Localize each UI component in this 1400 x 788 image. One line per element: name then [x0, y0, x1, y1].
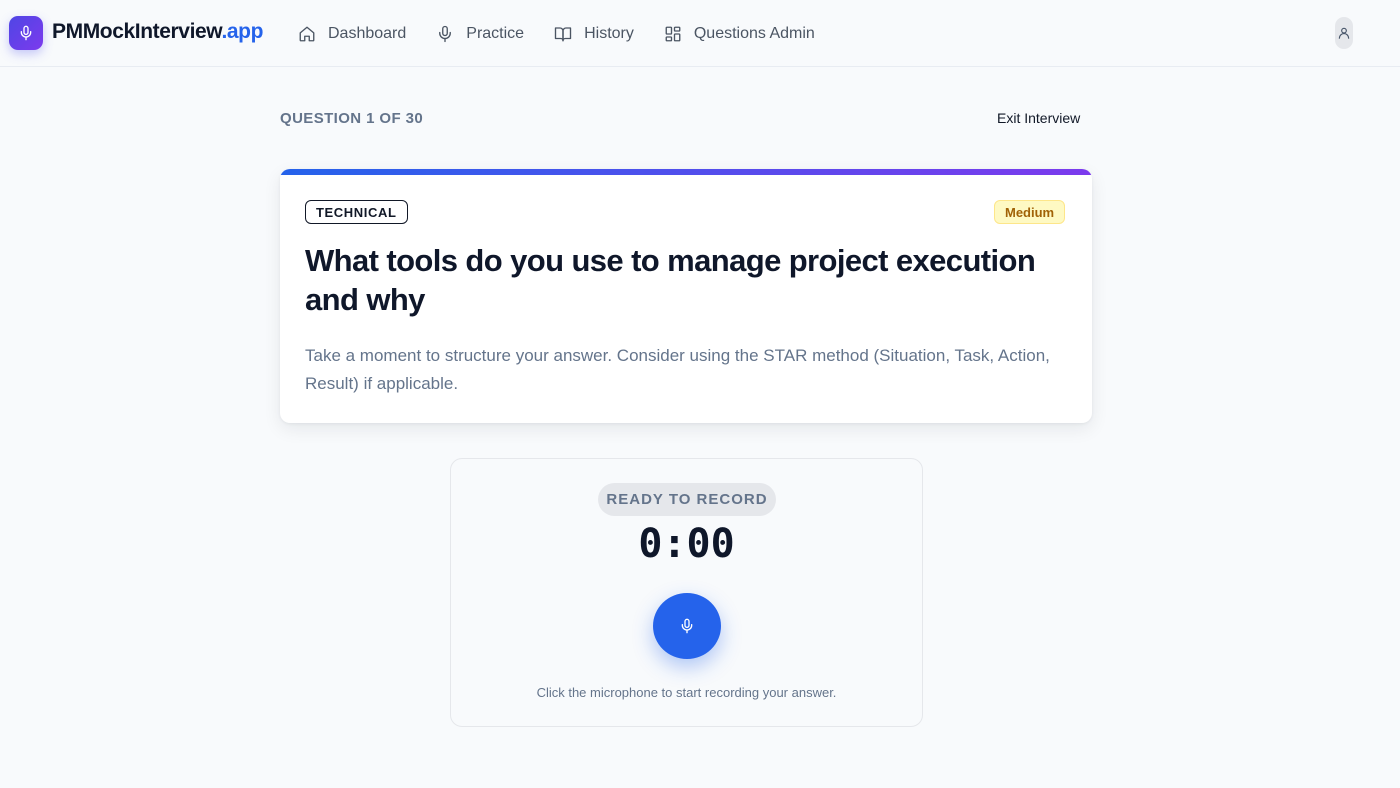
- record-button[interactable]: [653, 593, 721, 659]
- nav-item-dashboard[interactable]: Dashboard: [298, 14, 406, 54]
- exit-interview-button[interactable]: Exit Interview: [997, 110, 1080, 126]
- book-icon: [554, 25, 572, 43]
- microphone-icon: [20, 25, 32, 41]
- nav-item-label: Dashboard: [328, 24, 407, 42]
- brand-accent: .app: [221, 20, 264, 43]
- nav-item-questions-admin[interactable]: Questions Admin: [664, 14, 815, 54]
- question-title: What tools do you use to manage project …: [305, 243, 1036, 317]
- grid-icon: [664, 25, 682, 43]
- recording-status-badge: READY TO RECORD: [598, 483, 776, 516]
- nav-item-label: Practice: [466, 24, 525, 42]
- nav-item-label: Questions Admin: [693, 24, 815, 42]
- brand-main: PMMockInterview: [52, 20, 222, 43]
- recording-instruction: Click the microphone to start recording …: [536, 685, 837, 700]
- nav-item-history[interactable]: History: [554, 14, 634, 54]
- main-nav: Dashboard Practice History Questions Adm…: [298, 0, 845, 67]
- top-navigation-bar: PMMockInterview.app Dashboard Practice H…: [0, 0, 1400, 67]
- nav-item-label: History: [584, 24, 634, 42]
- question-hint: Take a moment to structure your answer. …: [305, 346, 1050, 393]
- home-icon: [298, 25, 316, 43]
- card-accent-bar: [280, 169, 1092, 175]
- recording-timer: 0:00: [638, 521, 735, 567]
- category-badge: TECHNICAL: [305, 200, 408, 224]
- brand-name[interactable]: PMMockInterview.app: [52, 20, 263, 44]
- recorder-panel: READY TO RECORD 0:00 Click the microphon…: [450, 458, 923, 727]
- microphone-icon: [436, 25, 454, 43]
- question-progress: QUESTION 1 OF 30: [280, 110, 424, 127]
- difficulty-badge: Medium: [994, 200, 1066, 224]
- microphone-icon: [681, 618, 693, 634]
- user-icon: [1338, 27, 1350, 39]
- user-menu-button[interactable]: [1335, 17, 1353, 49]
- question-card: TECHNICAL Medium What tools do you use t…: [280, 169, 1092, 423]
- nav-item-practice[interactable]: Practice: [436, 14, 524, 54]
- logo-badge[interactable]: [9, 16, 43, 50]
